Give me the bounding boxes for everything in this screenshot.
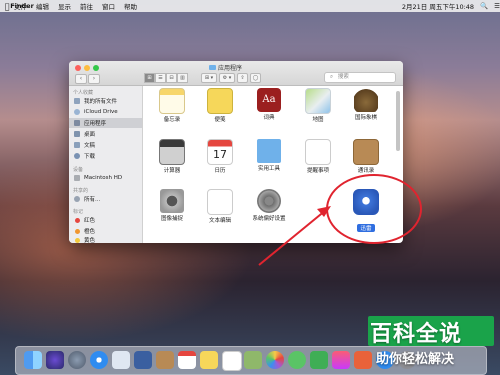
mail-icon[interactable] <box>112 351 130 369</box>
reminders-dock-icon[interactable] <box>222 351 242 371</box>
watermark-title: 百科全说 <box>370 322 463 347</box>
safari-icon[interactable] <box>90 351 108 369</box>
facetime-icon[interactable] <box>310 351 328 369</box>
messages-icon[interactable] <box>288 351 306 369</box>
itunes-icon[interactable] <box>332 351 350 369</box>
siri-icon[interactable] <box>46 351 64 369</box>
photo-icon[interactable] <box>134 351 152 369</box>
watermark: 百科全说 助你轻松解决 <box>368 316 495 372</box>
notes-dock-icon[interactable] <box>200 351 218 369</box>
watermark-subtitle: 助你轻松解决 <box>376 352 455 367</box>
maps-dock-icon[interactable] <box>244 351 262 369</box>
calendar-dock-icon[interactable] <box>178 351 196 369</box>
launchpad-icon[interactable] <box>68 351 86 369</box>
photos-icon[interactable] <box>266 351 284 369</box>
finder-icon[interactable] <box>24 351 42 369</box>
contacts-dock-icon[interactable] <box>156 351 174 369</box>
